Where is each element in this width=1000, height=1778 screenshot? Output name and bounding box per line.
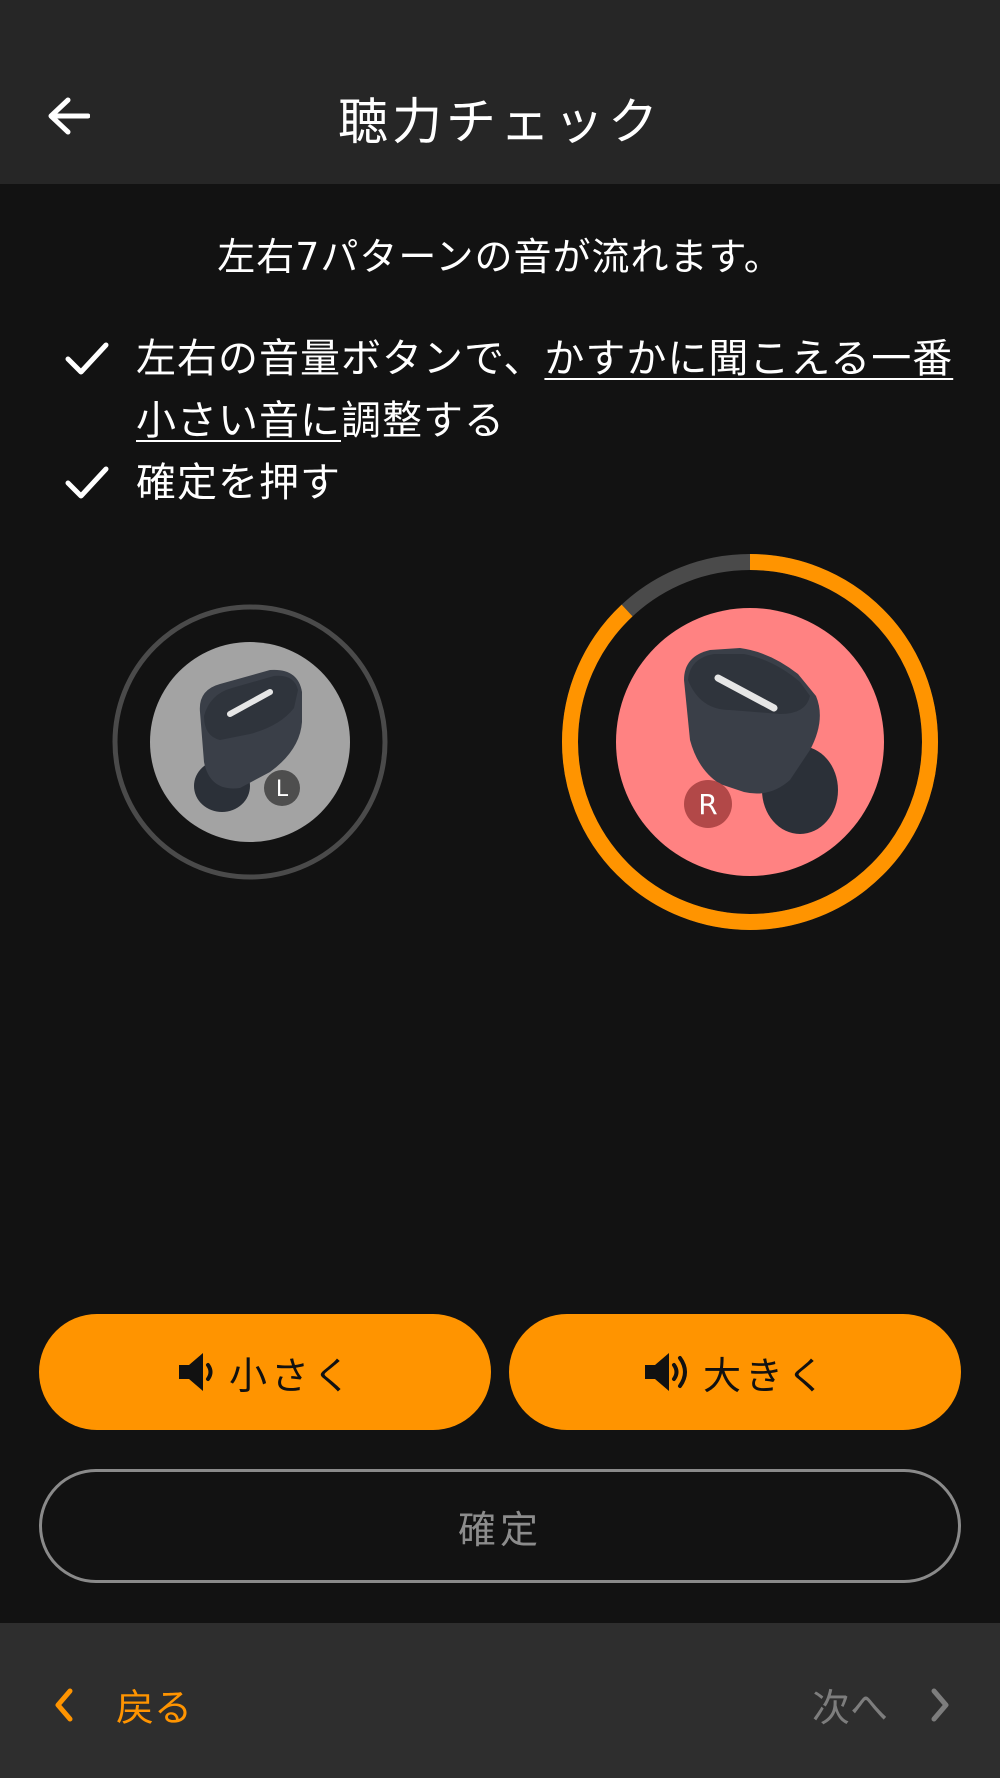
- app-header: 聴力チェック: [0, 0, 1000, 184]
- step1-emphasis-a: かすかに聞こえる一番: [544, 336, 954, 382]
- right-earbud-indicator: R: [558, 550, 942, 934]
- speaker-high-icon: [644, 1353, 687, 1391]
- footer-nav: 戻る 次へ: [0, 1623, 1000, 1778]
- footer-back-label: 戻る: [116, 1686, 193, 1730]
- chevron-left-icon: [55, 1688, 73, 1721]
- step1-emphasis-b: 小さい音に: [136, 398, 341, 444]
- speaker-low-icon: [178, 1353, 213, 1391]
- footer-back-button[interactable]: 戻る: [52, 1677, 192, 1732]
- instruction-step-1: 左右の音量ボタンで、かすかに聞こえる一番小さい音に調整する: [62, 328, 962, 452]
- quieter-button[interactable]: 小さく: [39, 1314, 491, 1430]
- check-icon: [65, 342, 109, 375]
- step1-suffix: 調整する: [341, 398, 505, 444]
- chevron-right-icon: [931, 1688, 949, 1721]
- page-title: 聴力チェック: [338, 93, 662, 151]
- footer-next-label: 次へ: [811, 1686, 888, 1730]
- quieter-label: 小さく: [228, 1353, 355, 1398]
- check-icon: [65, 466, 109, 499]
- instruction-step-2: 確定を押す: [62, 452, 962, 514]
- left-earbud-indicator: L: [110, 602, 390, 882]
- intro-text: 左右7パターンの音が流れます。: [217, 235, 783, 279]
- footer-next-button[interactable]: 次へ: [812, 1677, 952, 1732]
- louder-button[interactable]: 大きく: [509, 1314, 961, 1430]
- confirm-button[interactable]: 確定: [39, 1469, 961, 1583]
- step1-prefix: 左右の音量ボタンで、: [136, 336, 545, 382]
- left-badge: L: [276, 777, 289, 802]
- louder-label: 大きく: [702, 1353, 829, 1398]
- confirm-label: 確定: [457, 1507, 542, 1552]
- instruction-step-1-text: 左右の音量ボタンで、かすかに聞こえる一番小さい音に調整する: [136, 328, 953, 452]
- right-badge: R: [698, 788, 717, 821]
- instruction-step-2-text: 確定を押す: [136, 460, 341, 506]
